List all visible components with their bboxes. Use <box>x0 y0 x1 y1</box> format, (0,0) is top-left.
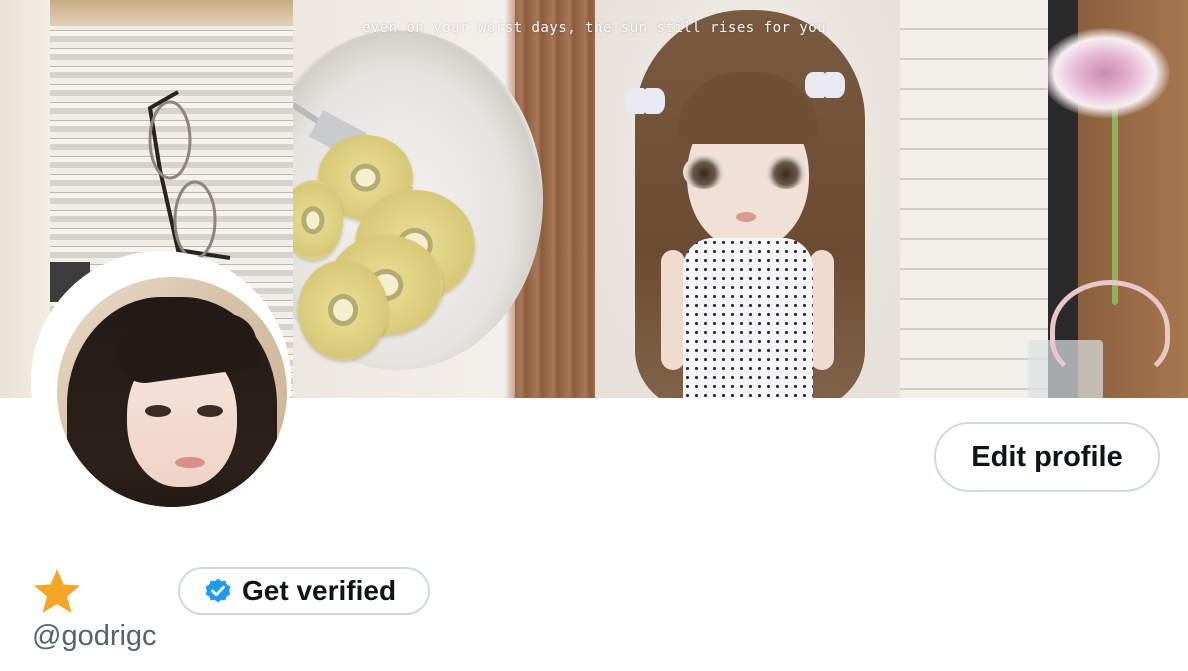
banner-panel-doll <box>595 0 900 398</box>
edit-profile-button[interactable]: Edit profile <box>934 422 1160 492</box>
get-verified-button[interactable]: Get verified <box>178 567 430 615</box>
avatar-photo <box>57 277 287 507</box>
banner-panel-flower <box>900 0 1188 398</box>
get-verified-label: Get verified <box>242 575 397 606</box>
banner-caption-text: even on your worst days, the sun still r… <box>361 20 827 36</box>
star-icon <box>34 569 80 613</box>
profile-avatar[interactable] <box>31 251 291 511</box>
user-handle: @godrigc <box>32 620 157 652</box>
banner-panel-kiwi <box>293 0 595 398</box>
verified-check-icon <box>205 578 231 603</box>
profile-page: even on your worst days, the sun still r… <box>0 0 1188 671</box>
